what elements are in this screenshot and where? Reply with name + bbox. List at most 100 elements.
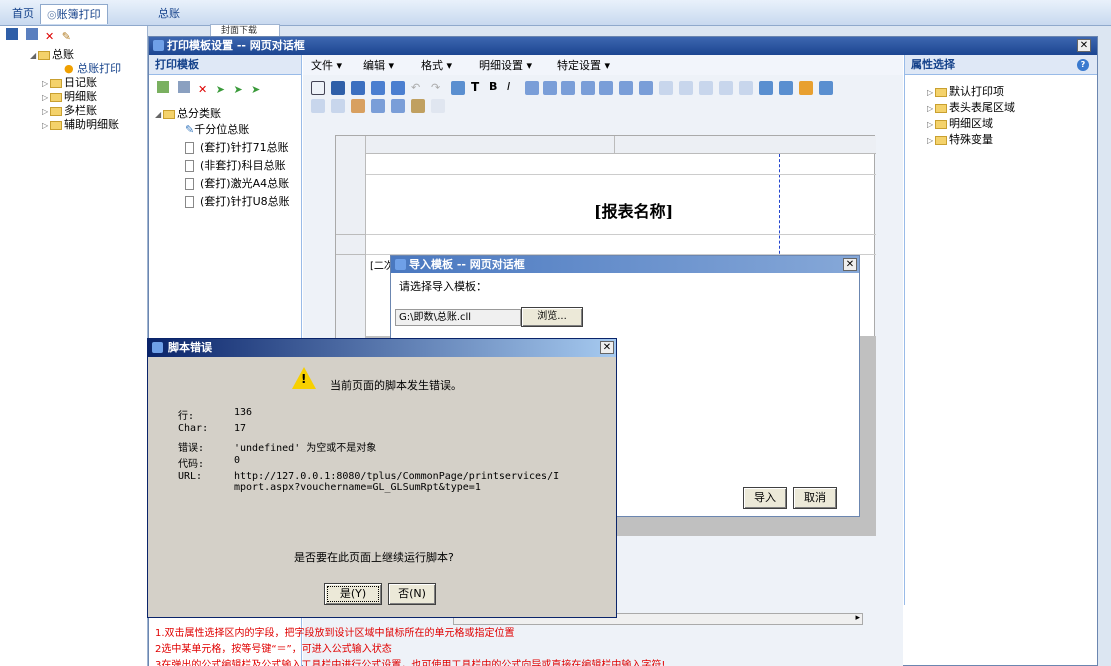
error-row-label: 错误:	[178, 443, 205, 454]
import-template-icon[interactable]: ➤	[216, 83, 225, 96]
wizard-icon[interactable]	[799, 81, 813, 95]
scroll-right-icon[interactable]: ▸	[855, 613, 860, 623]
tab-home[interactable]: 首页	[6, 4, 40, 24]
template-item-label: (非套打)科目总账	[200, 159, 286, 172]
template-item[interactable]: ✎千分位总账	[185, 121, 249, 137]
left-nav-tree: ✕ ✎ ◢ 总账 ● 总账打印 ▷ 日记账 ▷ 明细账 ▷ 多栏账 ▷ 辅助明细账	[0, 26, 148, 666]
import-path-field[interactable]: G:\即数\总账.cll	[395, 309, 521, 326]
edit-icon[interactable]: ✎	[62, 30, 71, 43]
chart-icon[interactable]	[411, 99, 425, 113]
report-title-cell[interactable]: [报表名称]	[594, 198, 673, 222]
close-icon[interactable]: ✕	[600, 341, 614, 354]
copy-template-icon[interactable]: ➤	[251, 83, 260, 96]
window-title-bar: 打印模板设置 -- 网页对话框	[149, 37, 1097, 55]
menu-file[interactable]: 文件 ▾	[311, 57, 342, 73]
property-panel: 属性选择? ▷ 默认打印项 ▷ 表头表尾区域 ▷ 明细区域 ▷ 特殊变量	[904, 55, 1097, 605]
folder-icon	[50, 78, 62, 88]
delete-template-icon[interactable]: ✕	[198, 83, 207, 96]
template-item[interactable]: (套打)针打71总账	[185, 139, 301, 155]
edit-template-icon[interactable]	[177, 81, 190, 93]
image-icon[interactable]	[391, 99, 405, 113]
save-as-icon[interactable]	[25, 28, 38, 40]
merge-icon[interactable]	[619, 81, 633, 95]
save-as-icon[interactable]	[351, 81, 365, 95]
border-icon[interactable]	[659, 81, 673, 95]
insert-icon[interactable]	[719, 81, 733, 95]
property-item[interactable]: ▷ 特殊变量	[927, 131, 993, 147]
undo-icon[interactable]: ↶	[411, 81, 425, 95]
save-icon[interactable]	[331, 81, 345, 95]
template-item[interactable]: (非套打)科目总账	[185, 157, 301, 173]
zoom-icon[interactable]	[779, 81, 793, 95]
cancel-button[interactable]: 取消	[793, 487, 837, 509]
document-icon	[185, 196, 194, 208]
document-icon	[185, 178, 194, 190]
import-button[interactable]: 导入	[743, 487, 787, 509]
no-button[interactable]: 否(N)	[388, 583, 436, 605]
menu-edit[interactable]: 编辑 ▾	[363, 57, 394, 73]
folder-icon	[163, 109, 175, 119]
browse-button[interactable]: 浏览...	[521, 307, 583, 327]
hint-line-1: 1.双击属性选择区内的字段，把字段放到设计区域中鼠标所在的单元格或指定位置	[155, 628, 515, 639]
outdent-icon[interactable]	[599, 81, 613, 95]
italic-icon[interactable]: I	[507, 80, 521, 94]
left-toolbar: ✕ ✎	[6, 28, 71, 43]
save-icon[interactable]	[6, 28, 18, 40]
folder-icon	[50, 106, 62, 116]
new-template-icon[interactable]	[157, 81, 169, 93]
tab-general-ledger[interactable]: 总账	[152, 4, 186, 24]
print-icon[interactable]	[371, 81, 385, 95]
print-preview-icon[interactable]	[391, 81, 405, 95]
yes-button[interactable]: 是(Y)	[324, 583, 382, 605]
window-title: 打印模板设置 -- 网页对话框	[167, 39, 305, 52]
table-icon-4[interactable]	[371, 99, 385, 113]
continue-question: 是否要在此页面上继续运行脚本?	[294, 551, 454, 564]
grid-icon[interactable]	[819, 81, 833, 95]
text-icon[interactable]: T	[471, 80, 485, 94]
close-icon[interactable]: ✕	[1077, 39, 1091, 52]
format-painter-icon[interactable]	[451, 81, 465, 95]
column-icon[interactable]	[699, 81, 713, 95]
table-icon-2[interactable]	[331, 99, 345, 113]
help-icon[interactable]: ?	[1077, 59, 1089, 71]
template-tree-root[interactable]: ◢ 总分类账	[155, 105, 221, 121]
document-icon	[185, 142, 194, 154]
table-icon-1[interactable]	[311, 99, 325, 113]
align-right-icon[interactable]	[561, 81, 575, 95]
template-item[interactable]: (套打)激光A4总账	[185, 175, 301, 191]
close-icon[interactable]: ✕	[843, 258, 857, 271]
align-left-icon[interactable]	[525, 81, 539, 95]
split-icon[interactable]	[639, 81, 653, 95]
folder-icon	[935, 119, 947, 129]
redo-icon[interactable]: ↷	[431, 81, 445, 95]
menu-format[interactable]: 格式 ▾	[421, 57, 452, 73]
error-message: 当前页面的脚本发生错误。	[330, 379, 462, 392]
template-item[interactable]: (套打)针打U8总账	[185, 193, 301, 209]
menu-special-settings[interactable]: 特定设置 ▾	[557, 57, 610, 73]
table-icon-3[interactable]	[351, 99, 365, 113]
row-icon[interactable]	[679, 81, 693, 95]
tab-ledger-print[interactable]: ◎账簿打印	[40, 4, 108, 24]
delete-icon[interactable]: ✕	[45, 30, 54, 43]
property-item-label: 表头表尾区域	[949, 101, 1015, 114]
property-item[interactable]: ▷ 默认打印项	[927, 83, 1004, 99]
hint-line-3: 3在弹出的公式编辑栏及公式输入工具栏中进行公式设置，也可使用工具栏中的公式向导或…	[155, 660, 666, 666]
error-row-value: 17	[234, 423, 247, 434]
menu-detail-settings[interactable]: 明细设置 ▾	[479, 57, 532, 73]
indent-icon[interactable]	[581, 81, 595, 95]
template-toolbar: ✕ ➤ ➤ ➤	[157, 81, 260, 96]
blank-icon[interactable]	[431, 99, 445, 113]
delete-row-icon[interactable]	[739, 81, 753, 95]
template-selected-icon: ✎	[185, 123, 195, 136]
bold-icon[interactable]: B	[489, 80, 503, 94]
align-center-icon[interactable]	[543, 81, 557, 95]
property-item[interactable]: ▷ 明细区域	[927, 115, 993, 131]
property-item[interactable]: ▷ 表头表尾区域	[927, 99, 1015, 115]
new-icon[interactable]	[311, 81, 325, 95]
ie-icon	[153, 40, 164, 51]
column-header	[336, 136, 876, 154]
export-template-icon[interactable]: ➤	[233, 83, 242, 96]
page-setup-icon[interactable]	[759, 81, 773, 95]
tree-item-aux-detail[interactable]: ▷ 辅助明细账	[42, 116, 119, 132]
row-line	[336, 254, 366, 255]
